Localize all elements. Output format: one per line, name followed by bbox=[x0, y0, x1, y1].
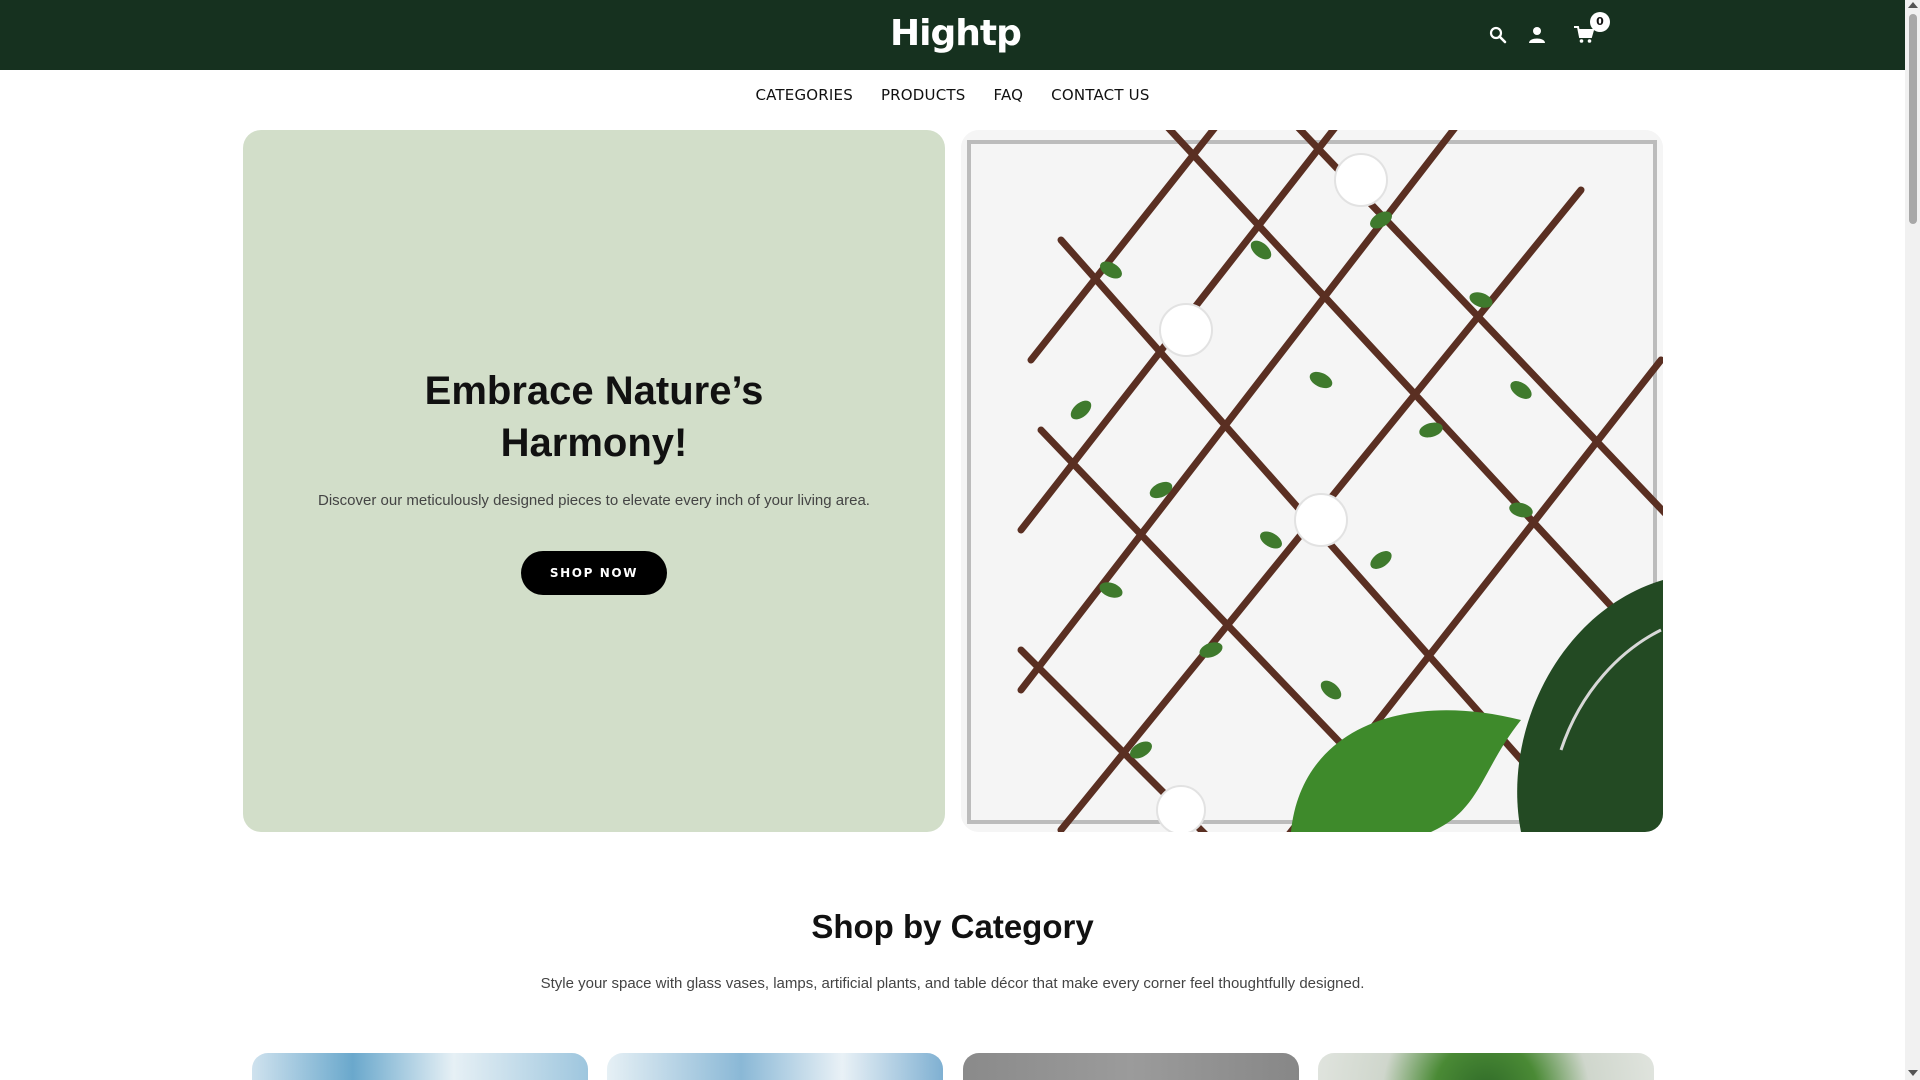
hero-image bbox=[961, 130, 1663, 832]
category-card[interactable] bbox=[1318, 1053, 1654, 1080]
nav-contact-us[interactable]: CONTACT US bbox=[1037, 86, 1163, 104]
scroll-down-arrow[interactable] bbox=[1908, 1070, 1918, 1076]
user-icon[interactable] bbox=[1524, 22, 1550, 48]
hero-subtitle: Discover our meticulously designed piece… bbox=[318, 492, 870, 509]
main-nav: CATEGORIES PRODUCTS FAQ CONTACT US bbox=[0, 70, 1905, 120]
hero-title-line1: Embrace Nature’s bbox=[424, 369, 764, 413]
top-header: Hightp 0 bbox=[0, 0, 1905, 70]
brand-logo[interactable]: Hightp bbox=[890, 14, 1022, 54]
search-icon[interactable] bbox=[1485, 22, 1511, 48]
scroll-up-arrow[interactable] bbox=[1908, 2, 1918, 8]
hero-title: Embrace Nature’s Harmony! bbox=[243, 365, 945, 469]
page-scrollbar[interactable] bbox=[1905, 0, 1920, 1080]
nav-categories[interactable]: CATEGORIES bbox=[741, 86, 867, 104]
scroll-thumb[interactable] bbox=[1909, 14, 1917, 224]
nav-products[interactable]: PRODUCTS bbox=[867, 86, 980, 104]
hero-panel: Embrace Nature’s Harmony! Discover our m… bbox=[243, 130, 945, 832]
shop-now-button[interactable]: SHOP NOW bbox=[521, 551, 667, 595]
category-card[interactable] bbox=[963, 1053, 1299, 1080]
hero-title-line2: Harmony! bbox=[500, 421, 688, 465]
nav-faq[interactable]: FAQ bbox=[980, 86, 1038, 104]
category-section-subtitle: Style your space with glass vases, lamps… bbox=[540, 975, 1365, 992]
cart-count-badge: 0 bbox=[1590, 12, 1610, 32]
category-section-title: Shop by Category bbox=[811, 908, 1094, 945]
category-card[interactable] bbox=[607, 1053, 943, 1080]
category-card[interactable] bbox=[252, 1053, 588, 1080]
trellis-plant-illustration bbox=[961, 130, 1663, 832]
